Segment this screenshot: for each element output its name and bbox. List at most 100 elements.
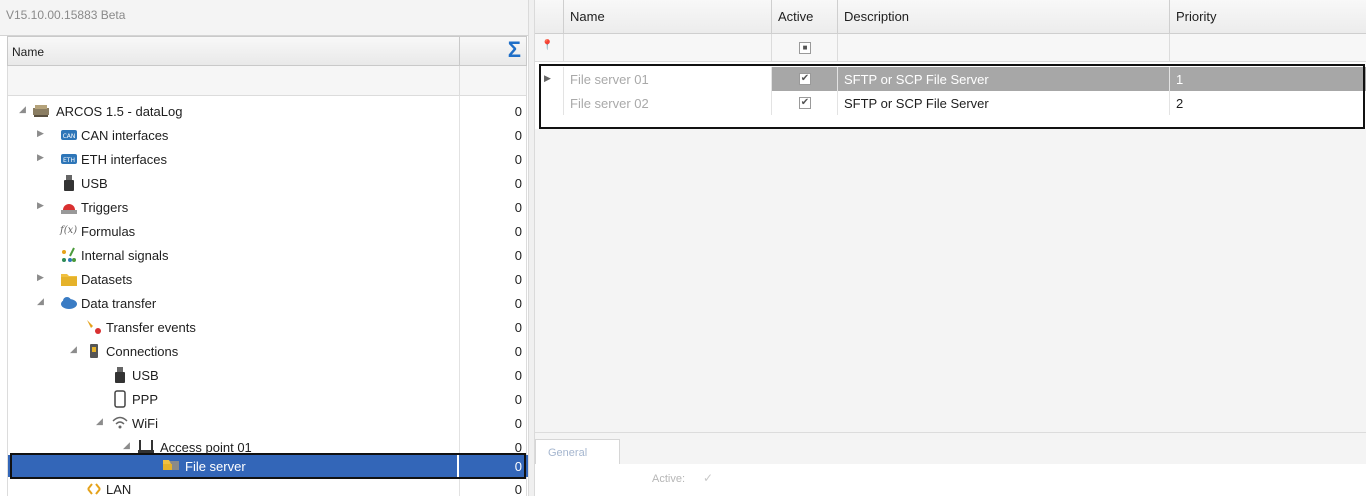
tree-item-label: WiFi [132,416,158,431]
expand-arrow-icon[interactable]: ▶ [37,128,44,139]
cell-priority[interactable]: 1 [1169,67,1366,91]
column-header-name[interactable]: Name [563,0,771,34]
tree-item-usb[interactable]: USB 0 [8,171,528,195]
folder-icon [61,274,77,286]
tree-item-label: File server [185,459,246,474]
collapse-arrow-icon[interactable]: ◢ [96,416,103,427]
navigation-pane: V15.10.00.15883 Beta Name Σ ◢ ARCOS 1.5 … [0,0,528,497]
expand-arrow-icon[interactable]: ▶ [37,200,44,211]
cell-active[interactable]: ✔ [771,67,837,91]
cell-description[interactable]: SFTP or SCP File Server [837,67,1169,91]
tree-item-count: 0 [514,344,522,359]
filter-checkbox[interactable]: ■ [799,42,811,54]
lan-icon [87,483,101,495]
filter-description[interactable] [837,34,1169,62]
tree-item-arcos[interactable]: ◢ ARCOS 1.5 - dataLog 0 [8,99,528,123]
tree-item-connections[interactable]: ◢ Connections 0 [8,339,528,363]
tree-item-lan[interactable]: LAN 0 [8,477,528,501]
tree-item-label: Triggers [81,200,129,215]
filter-priority[interactable] [1169,34,1366,62]
active-field-checkbox[interactable]: ✓ [703,471,713,485]
tab-general[interactable]: General [535,439,620,465]
transfer-events-icon [87,320,101,334]
tree-item-label: CAN interfaces [81,128,169,143]
tree-item-count: 0 [514,200,522,215]
tree-item-count: 0 [514,416,522,431]
file-server-icon [163,460,179,470]
tree-item-count: 0 [514,296,522,311]
tree-item-count: 0 [514,128,522,143]
cell-priority[interactable]: 2 [1169,91,1366,115]
tree-item-count: 0 [514,368,522,383]
active-checkbox[interactable]: ✔ [799,97,811,109]
tree-item-count: 0 [514,272,522,287]
cell-name[interactable]: File server 01 [563,67,771,91]
grid-header: Name Active Description Priority [535,0,1366,34]
collapse-arrow-icon[interactable]: ◢ [37,296,44,307]
cell-active[interactable]: ✔ [771,91,837,115]
collapse-arrow-icon[interactable]: ◢ [70,344,77,355]
tree-item-file-server[interactable]: File server 0 [8,455,528,477]
tree-item-formulas[interactable]: f(x) Formulas 0 [8,219,528,243]
tree-item-count: 0 [514,392,522,407]
expand-arrow-icon[interactable]: ▶ [37,272,44,283]
tree-item-transfer-events[interactable]: Transfer events 0 [8,315,528,339]
pin-icon: 📍 [541,40,554,51]
svg-text:ETH: ETH [63,157,75,164]
svg-text:CAN: CAN [63,133,76,140]
tree-filter-row[interactable] [7,66,527,96]
cloud-icon [61,297,77,309]
usb-icon [115,367,125,383]
tree-view: ◢ ARCOS 1.5 - dataLog 0 ▶ CAN CAN interf… [7,96,528,497]
tree-item-internal-signals[interactable]: Internal signals 0 [8,243,528,267]
formula-icon: f(x) [60,225,78,236]
filter-name[interactable] [563,34,771,62]
tree-item-label: Access point 01 [160,440,252,455]
detail-tab-strip: General [535,432,1366,465]
tree-item-label: USB [81,176,108,191]
tree-item-label: Data transfer [81,296,157,311]
tree-item-count: 0 [514,176,522,191]
tree-item-can-interfaces[interactable]: ▶ CAN CAN interfaces 0 [8,123,528,147]
table-row[interactable]: ▶ File server 01 ✔ SFTP or SCP File Serv… [535,67,1366,91]
filter-active[interactable]: ■ [771,34,837,62]
active-checkbox[interactable]: ✔ [799,73,811,85]
grid-filter-row[interactable]: 📍 ■ [535,34,1366,62]
cell-description[interactable]: SFTP or SCP File Server [837,91,1169,115]
tree-item-label: Connections [106,344,179,359]
sum-icon[interactable]: Σ [459,37,528,65]
active-field-label: Active: [652,473,686,485]
eth-icon: ETH [61,154,77,164]
router-icon [138,440,154,454]
pane-splitter[interactable] [528,0,535,496]
tree-item-count: 0 [514,320,522,335]
phone-icon [114,390,126,408]
grid-empty-area [535,129,1366,432]
tree-item-eth-interfaces[interactable]: ▶ ETH ETH interfaces 0 [8,147,528,171]
collapse-arrow-icon[interactable]: ◢ [123,440,130,451]
tree-header-name[interactable]: Name [12,45,44,59]
collapse-arrow-icon[interactable]: ◢ [19,104,26,115]
column-header-description[interactable]: Description [837,0,1169,34]
tree-item-label: ETH interfaces [81,152,167,167]
tree-item-count: 0 [514,104,522,119]
tree-item-wifi[interactable]: ◢ WiFi 0 [8,411,528,435]
tree-item-count: 0 [514,248,522,263]
tree-item-label: Transfer events [106,320,196,335]
tree-item-triggers[interactable]: ▶ Triggers 0 [8,195,528,219]
column-header-active[interactable]: Active [771,0,837,34]
column-header-priority[interactable]: Priority [1169,0,1366,34]
tree-item-datasets[interactable]: ▶ Datasets 0 [8,267,528,291]
internal-signals-icon [62,247,76,262]
expand-arrow-icon[interactable]: ▶ [37,152,44,163]
tree-item-count: 0 [514,459,522,474]
can-icon: CAN [61,130,77,140]
tree-item-connections-usb[interactable]: USB 0 [8,363,528,387]
version-label: V15.10.00.15883 Beta [0,0,528,36]
tree-item-data-transfer[interactable]: ◢ Data transfer 0 [8,291,528,315]
tree-item-label: Internal signals [81,248,169,263]
cell-name[interactable]: File server 02 [563,91,771,115]
table-row[interactable]: File server 02 ✔ SFTP or SCP File Server… [535,91,1366,115]
usb-icon [64,175,74,191]
tree-item-ppp[interactable]: PPP 0 [8,387,528,411]
